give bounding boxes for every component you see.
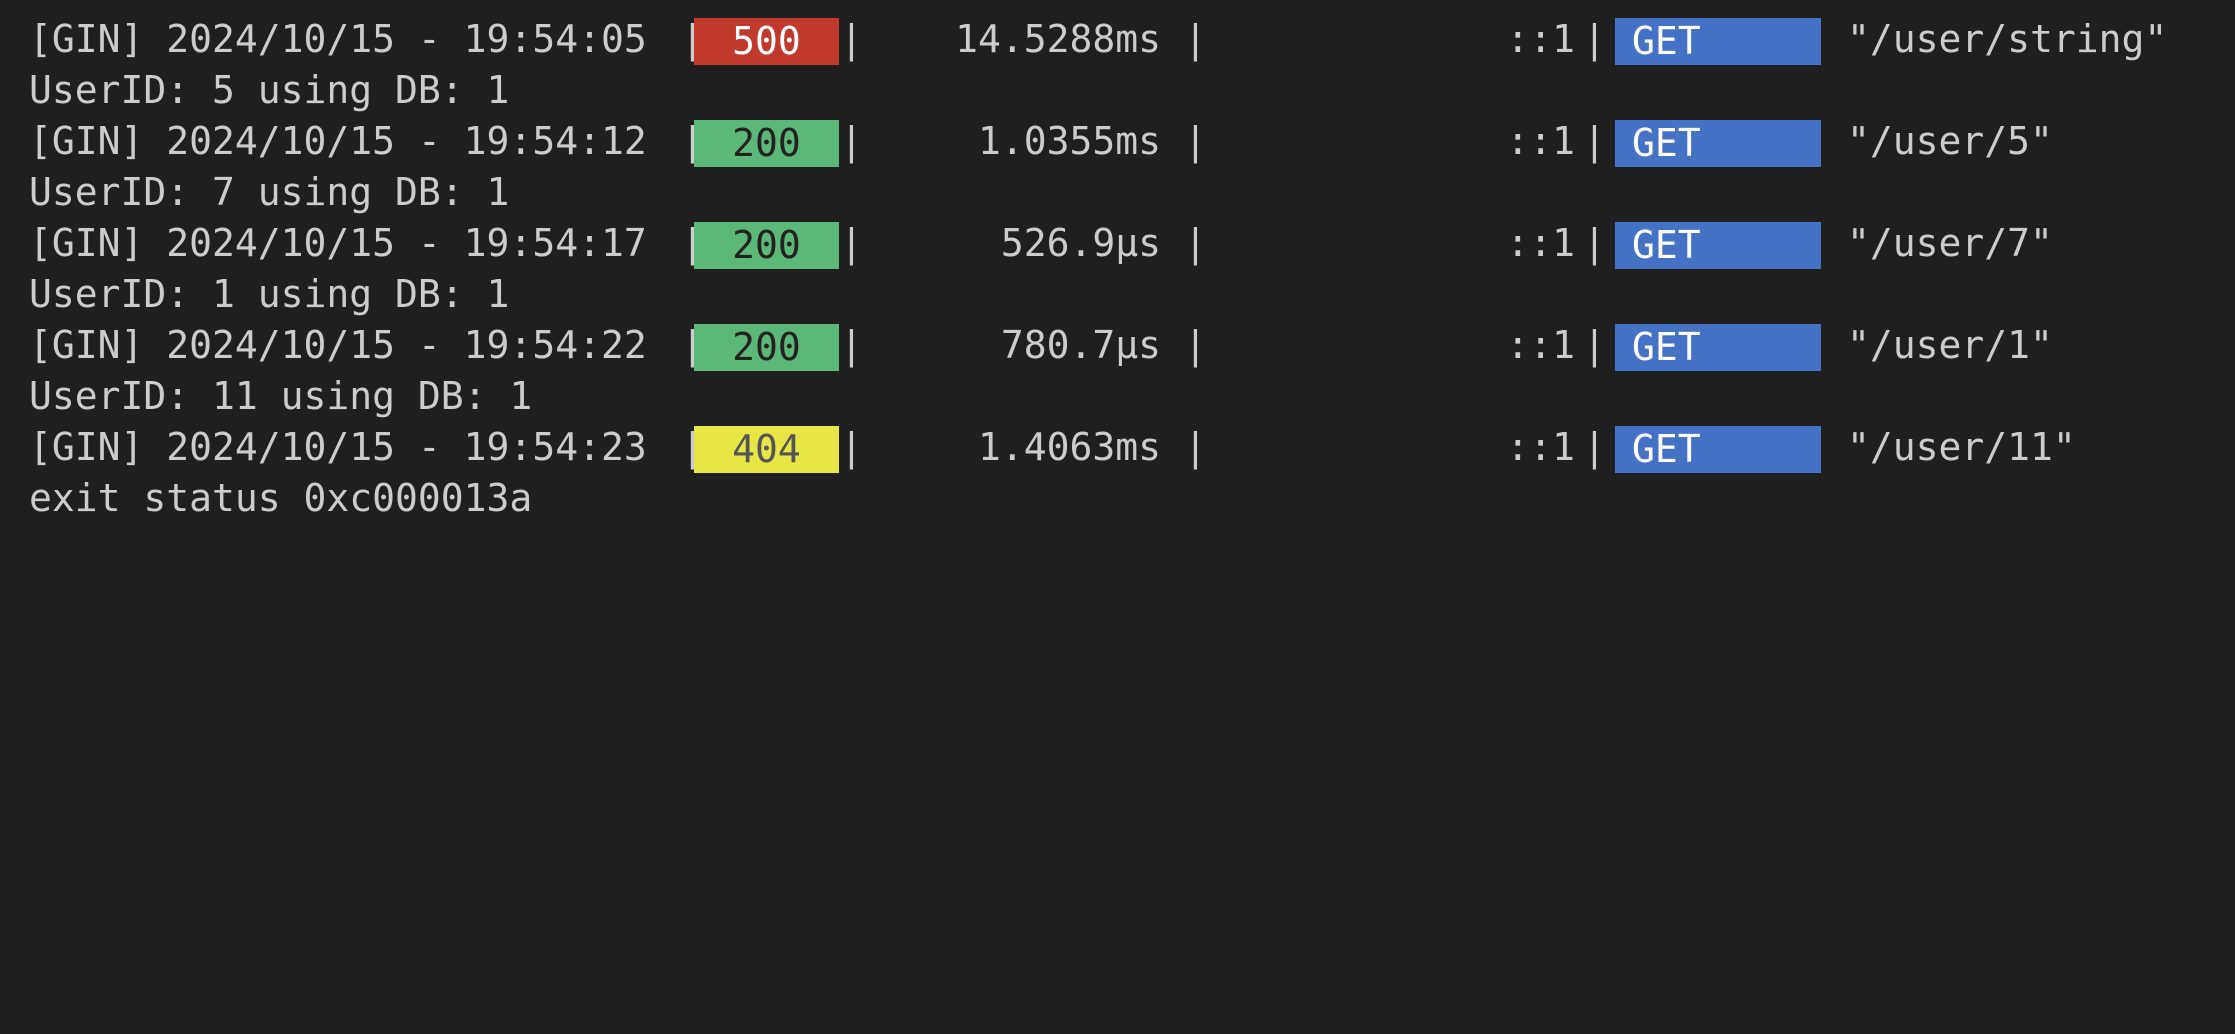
separator: |: [840, 425, 863, 469]
method-badge: GET: [1615, 18, 1821, 65]
log-timestamp: [GIN] 2024/10/15 - 19:54:05: [29, 17, 670, 61]
request-path: "/user/5": [1847, 119, 2053, 163]
method-badge: GET: [1615, 324, 1821, 371]
terminal-output[interactable]: [GIN] 2024/10/15 - 19:54:05 | 500 | 14.5…: [0, 0, 2235, 533]
exit-message: exit status 0xc000013a: [29, 473, 2235, 524]
separator: |: [1583, 221, 1606, 265]
separator: |: [1184, 119, 1207, 163]
app-message: UserID: 5 using DB: 1: [29, 65, 2235, 116]
latency: 1.4063ms: [977, 425, 1161, 469]
status-badge: 404: [694, 426, 839, 473]
log-line: [GIN] 2024/10/15 - 19:54:23 | 404 | 1.40…: [29, 422, 2235, 473]
method-badge: GET: [1615, 426, 1821, 473]
log-timestamp: [GIN] 2024/10/15 - 19:54:17: [29, 221, 670, 265]
status-badge: 200: [694, 324, 839, 371]
latency: 1.0355ms: [977, 119, 1161, 163]
latency: 526.9µs: [1000, 221, 1161, 265]
message-text: UserID: 5 using DB: 1: [29, 68, 510, 112]
latency: 780.7µs: [1000, 323, 1161, 367]
separator: |: [1583, 119, 1606, 163]
status-badge: 500: [694, 18, 839, 65]
app-message: UserID: 1 using DB: 1: [29, 269, 2235, 320]
separator: |: [840, 119, 863, 163]
log-timestamp: [GIN] 2024/10/15 - 19:54:23: [29, 425, 670, 469]
app-message: UserID: 11 using DB: 1: [29, 371, 2235, 422]
separator: |: [1184, 323, 1207, 367]
log-line: [GIN] 2024/10/15 - 19:54:22 | 200 | 780.…: [29, 320, 2235, 371]
request-path: "/user/11": [1847, 425, 2076, 469]
method-badge: GET: [1615, 222, 1821, 269]
client-ip: ::1: [1506, 323, 1575, 367]
request-path: "/user/7": [1847, 221, 2053, 265]
message-text: UserID: 7 using DB: 1: [29, 170, 510, 214]
separator: |: [1583, 323, 1606, 367]
log-line: [GIN] 2024/10/15 - 19:54:12 | 200 | 1.03…: [29, 116, 2235, 167]
client-ip: ::1: [1506, 119, 1575, 163]
separator: |: [1583, 17, 1606, 61]
log-timestamp: [GIN] 2024/10/15 - 19:54:12: [29, 119, 670, 163]
request-path: "/user/string": [1847, 17, 2168, 61]
separator: |: [1583, 425, 1606, 469]
client-ip: ::1: [1506, 425, 1575, 469]
separator: |: [840, 323, 863, 367]
app-message: UserID: 7 using DB: 1: [29, 167, 2235, 218]
message-text: UserID: 11 using DB: 1: [29, 374, 533, 418]
status-badge: 200: [694, 120, 839, 167]
exit-status-text: exit status 0xc000013a: [29, 476, 533, 520]
client-ip: ::1: [1506, 17, 1575, 61]
message-text: UserID: 1 using DB: 1: [29, 272, 510, 316]
status-badge: 200: [694, 222, 839, 269]
method-badge: GET: [1615, 120, 1821, 167]
log-line: [GIN] 2024/10/15 - 19:54:17 | 200 | 526.…: [29, 218, 2235, 269]
latency: 14.5288ms: [955, 17, 1161, 61]
separator: |: [1184, 17, 1207, 61]
log-line: [GIN] 2024/10/15 - 19:54:05 | 500 | 14.5…: [29, 14, 2235, 65]
log-timestamp: [GIN] 2024/10/15 - 19:54:22: [29, 323, 670, 367]
client-ip: ::1: [1506, 221, 1575, 265]
request-path: "/user/1": [1847, 323, 2053, 367]
separator: |: [840, 221, 863, 265]
separator: |: [1184, 221, 1207, 265]
separator: |: [1184, 425, 1207, 469]
separator: |: [840, 17, 863, 61]
